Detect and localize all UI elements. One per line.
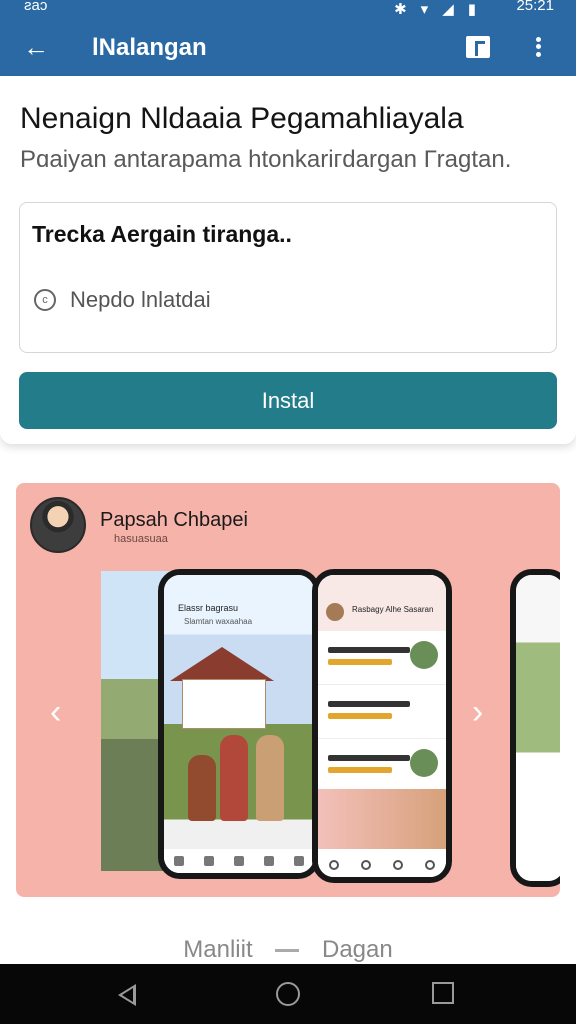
roof-shape	[170, 647, 274, 681]
list-item	[318, 739, 446, 793]
system-nav-bar	[0, 964, 576, 1024]
battery-icon: ▮	[467, 1, 476, 18]
phone-preview-1-screen: Elassr bagrasu Slamtan waxaahaa	[164, 575, 314, 873]
avatar	[30, 497, 86, 553]
promo-title: Papsah Chbapei	[100, 509, 248, 531]
info-row: c Nepdo lnlatdai	[34, 287, 211, 313]
person-shape	[188, 755, 216, 821]
phone-preview-3-screen	[516, 575, 560, 881]
info-row-text: Nepdo lnlatdai	[70, 287, 211, 312]
phone-preview-1-subheader: Slamtan waxaahaa	[184, 617, 253, 626]
phone-preview-1-header: Elassr bagrasu	[178, 603, 239, 613]
install-button[interactable]: Instal	[19, 372, 557, 429]
phone-preview-2-screen: Rasbagy Alhe Sasaran	[318, 575, 446, 877]
back-icon[interactable]: ←	[20, 32, 52, 64]
list-item	[318, 631, 446, 685]
phone-preview-2: Rasbagy Alhe Sasaran	[312, 569, 452, 883]
info-title: Trecka Aergain tiranga..	[32, 221, 292, 247]
page-subtitle: Pɑaiyan antarapama htonkariгdargan Гragt…	[20, 146, 512, 173]
list-item	[318, 685, 446, 739]
promo-card: Papsah Chbapei hasuasuaa Elassr bagrasu …	[16, 483, 560, 897]
bluetooth-icon: ✱	[394, 1, 407, 18]
promo-subtitle: hasuasuaa	[114, 533, 168, 545]
pager-separator	[275, 949, 300, 953]
phone-nav	[318, 853, 446, 877]
more-icon[interactable]	[526, 32, 550, 62]
phone-preview-3	[510, 569, 560, 887]
phone-preview-2-top: Rasbagy Alhe Sasaran	[318, 575, 446, 631]
phone-preview-2-photo	[318, 789, 446, 849]
person-shape	[256, 735, 284, 821]
app-info-card: Nenaign Nldaaia Pegamahliayala Pɑaiyan a…	[0, 76, 576, 444]
phone-preview-1: Elassr bagrasu Slamtan waxaahaa	[158, 569, 320, 879]
back-nav-icon[interactable]	[118, 982, 144, 1008]
pager: Manliit Dagan	[0, 936, 576, 966]
status-time-right: 25:21	[516, 0, 554, 14]
app-bar: ← lNalangan	[0, 18, 576, 76]
signal-icon: ◢	[442, 1, 454, 18]
small-avatar	[326, 603, 344, 621]
pager-right[interactable]: Dagan	[322, 936, 393, 963]
previous-arrow-icon[interactable]: ‹	[50, 693, 61, 732]
wifi-icon: ▾	[420, 1, 429, 18]
phone-preview-2-header: Rasbagy Alhe Sasaran	[352, 605, 434, 614]
document-icon[interactable]	[466, 36, 490, 58]
recents-nav-icon[interactable]	[432, 982, 454, 1004]
status-time-left: ƨaɔ	[24, 0, 48, 14]
person-shape	[220, 735, 248, 821]
copyright-circle-icon: c	[34, 289, 56, 311]
building-shape	[182, 679, 266, 729]
status-bar: ƨaɔ ✱ ▾ ◢ ▮ 25:21	[0, 0, 576, 18]
page-title: Nenaign Nldaaia Pegamahliayala	[20, 102, 464, 135]
next-arrow-icon[interactable]: ›	[472, 693, 483, 732]
app-title: lNalangan	[92, 34, 207, 61]
phone-nav	[164, 849, 314, 873]
pager-left[interactable]: Manliit	[183, 936, 252, 963]
status-icons: ✱ ▾ ◢ ▮	[394, 0, 476, 18]
info-box: Trecka Aergain tiranga.. c Nepdo lnlatda…	[19, 202, 557, 353]
home-nav-icon[interactable]	[276, 982, 300, 1006]
